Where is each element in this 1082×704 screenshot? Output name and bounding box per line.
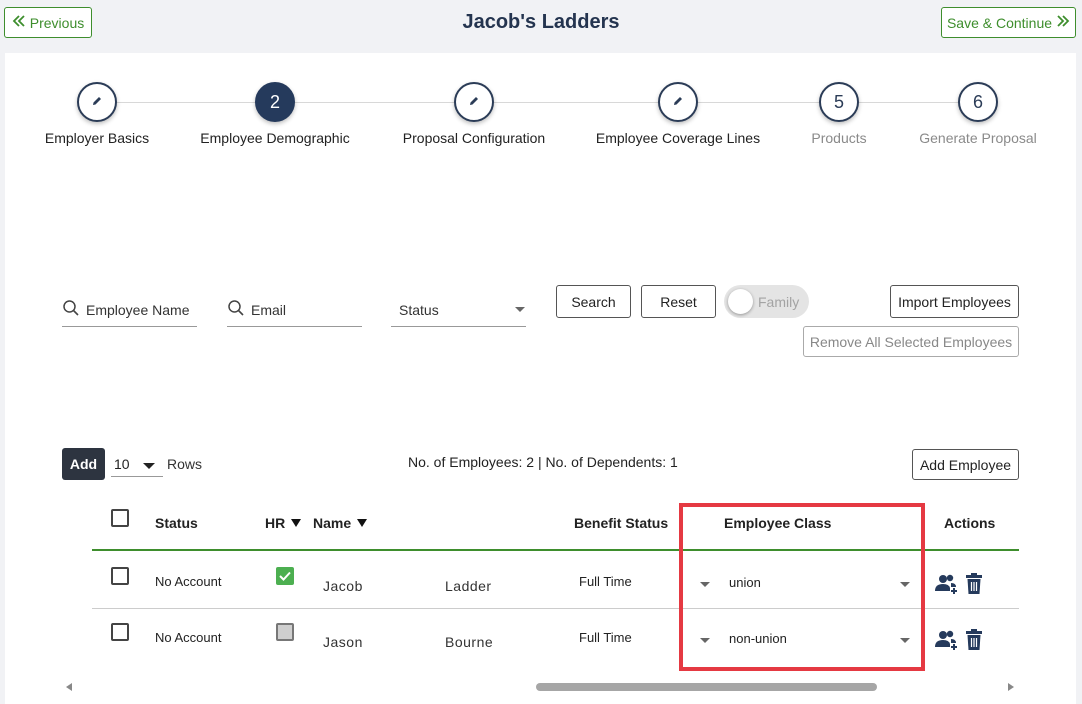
row-first-name: Jacob <box>323 578 363 594</box>
row-last-name: Ladder <box>445 578 492 594</box>
save-continue-label: Save & Continue <box>946 14 1053 31</box>
rows-count-value: 10 <box>114 455 130 472</box>
row-benefit-status: Full Time <box>579 574 632 589</box>
add-dependent-icon[interactable] <box>934 573 960 600</box>
email-input[interactable]: Email <box>251 302 286 318</box>
benefit-status-header: Benefit Status <box>574 515 669 531</box>
add-rows-button[interactable]: Add <box>62 448 105 480</box>
step-1-edit-circle[interactable] <box>77 82 117 122</box>
double-chevron-right-icon <box>1056 14 1070 31</box>
step-5-circle[interactable]: 5 <box>819 82 859 122</box>
row-checkbox[interactable] <box>111 623 129 641</box>
caret-down-icon <box>143 463 155 469</box>
add-dependent-icon[interactable] <box>934 629 960 656</box>
page-title: Jacob's Ladders <box>462 11 620 33</box>
reset-button[interactable]: Reset <box>641 285 716 318</box>
sort-triangle-icon <box>357 519 368 527</box>
save-continue-button[interactable]: Save & Continue <box>941 7 1076 38</box>
horizontal-scrollbar[interactable] <box>62 680 1019 694</box>
row-checkbox[interactable] <box>111 567 129 585</box>
add-employee-button[interactable]: Add Employee <box>912 449 1019 480</box>
actions-header: Actions <box>944 515 996 531</box>
pencil-icon <box>671 92 685 113</box>
status-header: Status <box>155 515 198 531</box>
checkmark-icon <box>276 571 294 589</box>
hr-checkbox-unchecked[interactable] <box>276 623 294 641</box>
employee-class-highlight <box>679 503 925 671</box>
hr-header[interactable]: HR <box>265 515 302 531</box>
remove-all-selected-button[interactable]: Remove All Selected Employees <box>803 326 1019 357</box>
row-status: No Account <box>155 574 222 589</box>
step-2-circle[interactable]: 2 <box>255 82 295 122</box>
search-icon <box>227 299 245 320</box>
step-6-label[interactable]: Generate Proposal <box>919 130 1037 146</box>
step-5-label[interactable]: Products <box>811 130 866 146</box>
scroll-right-icon[interactable] <box>1008 683 1014 691</box>
step-3-label[interactable]: Proposal Configuration <box>403 130 545 146</box>
row-benefit-status: Full Time <box>579 630 632 645</box>
status-select[interactable]: Status <box>391 293 526 327</box>
family-toggle[interactable]: Family <box>724 285 809 318</box>
step-6-circle[interactable]: 6 <box>958 82 998 122</box>
hr-header-label: HR <box>265 515 286 531</box>
caret-down-icon <box>515 307 525 312</box>
toggle-knob <box>728 289 753 314</box>
step-2-label[interactable]: Employee Demographic <box>200 130 349 146</box>
select-all-checkbox[interactable] <box>111 509 129 527</box>
rows-count-select[interactable]: 10 <box>111 451 163 477</box>
trash-icon[interactable] <box>965 629 983 656</box>
name-header[interactable]: Name <box>313 515 368 531</box>
scroll-left-icon[interactable] <box>66 683 72 691</box>
employee-name-filter[interactable]: Employee Name <box>62 293 197 327</box>
step-4-edit-circle[interactable] <box>658 82 698 122</box>
row-status: No Account <box>155 630 222 645</box>
pencil-icon <box>467 92 481 113</box>
name-header-label: Name <box>313 515 352 531</box>
employee-name-input[interactable]: Employee Name <box>86 302 190 318</box>
step-4-label[interactable]: Employee Coverage Lines <box>596 130 760 146</box>
pencil-icon <box>90 92 104 113</box>
rows-label: Rows <box>167 456 203 472</box>
sort-triangle-icon <box>291 519 302 527</box>
import-employees-button[interactable]: Import Employees <box>890 285 1019 318</box>
family-toggle-label: Family <box>758 293 800 310</box>
step-3-edit-circle[interactable] <box>454 82 494 122</box>
status-select-label: Status <box>399 301 439 318</box>
scrollbar-thumb[interactable] <box>536 683 877 691</box>
hr-checkbox-checked[interactable] <box>276 567 294 585</box>
employee-summary: No. of Employees: 2 | No. of Dependents:… <box>408 454 678 470</box>
trash-icon[interactable] <box>965 573 983 600</box>
search-icon <box>62 299 80 320</box>
step-1-label[interactable]: Employer Basics <box>45 130 149 146</box>
row-last-name: Bourne <box>445 634 494 650</box>
email-filter[interactable]: Email <box>227 293 362 327</box>
row-first-name: Jason <box>323 634 363 650</box>
search-button[interactable]: Search <box>556 285 631 318</box>
